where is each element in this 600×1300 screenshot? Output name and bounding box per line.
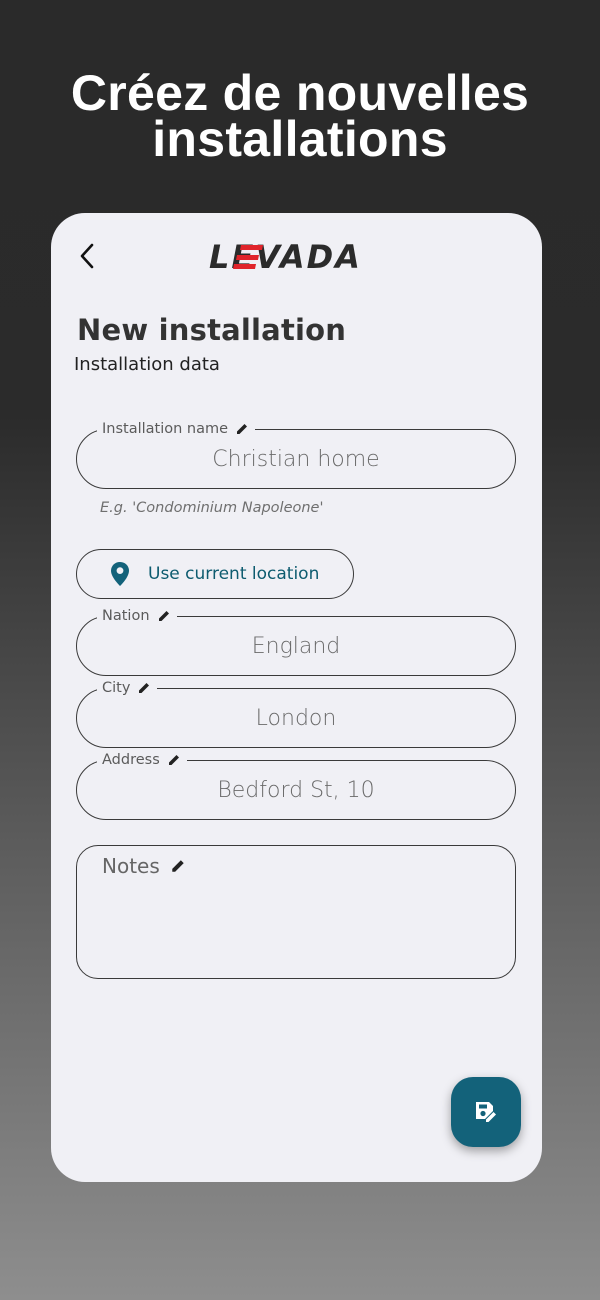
nation-field[interactable]: Nation England — [76, 606, 516, 676]
save-edit-icon — [476, 1102, 496, 1122]
promo-title-line-2: installations — [152, 111, 448, 167]
notes-label-group: Notes — [102, 854, 186, 878]
chevron-left-icon — [80, 243, 94, 269]
address-value: Bedford St, 10 — [217, 777, 375, 803]
map-pin-icon — [111, 562, 129, 586]
installation-name-field[interactable]: Installation name Christian home — [76, 419, 516, 489]
promo-title: Créez de nouvelles installations — [0, 65, 600, 167]
phone-screen: LEVADA New installation Installation dat… — [51, 213, 542, 1182]
pencil-icon — [172, 860, 184, 872]
city-value: London — [255, 705, 337, 731]
notes-textarea[interactable]: Notes — [76, 845, 516, 979]
back-button[interactable] — [73, 241, 101, 271]
promo-title-line-1: Créez de nouvelles — [70, 65, 530, 121]
page-title: New installation — [77, 313, 347, 347]
levada-logo: LEVADA — [209, 239, 362, 273]
installation-name-hint: E.g. 'Condominium Napoleone' — [100, 500, 324, 516]
use-current-location-button[interactable]: Use current location — [76, 549, 354, 599]
save-button[interactable] — [451, 1077, 521, 1147]
city-field[interactable]: City London — [76, 678, 516, 748]
installation-name-value: Christian home — [212, 446, 380, 472]
address-field[interactable]: Address Bedford St, 10 — [76, 750, 516, 820]
svg-text:LEVADA: LEVADA — [209, 239, 362, 273]
notes-label: Notes — [102, 854, 160, 878]
page-subtitle: Installation data — [74, 354, 220, 375]
nation-value: England — [251, 633, 341, 659]
use-current-location-label: Use current location — [148, 564, 320, 584]
